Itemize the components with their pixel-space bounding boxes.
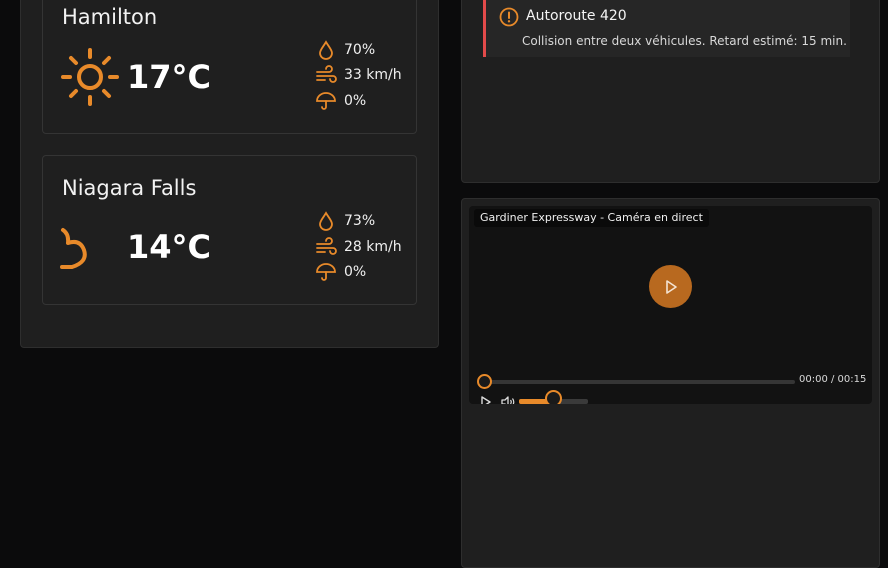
wind-icon — [316, 65, 337, 83]
city-name: Niagara Falls — [62, 176, 197, 200]
wind-stat: 33 km/h — [315, 65, 402, 85]
umbrella-icon — [316, 263, 336, 281]
traffic-alert[interactable]: Autoroute 420 Collision entre deux véhic… — [483, 0, 850, 57]
wind-value: 33 km/h — [344, 67, 402, 83]
droplet-icon — [319, 211, 333, 231]
sun-icon — [61, 48, 119, 106]
camera-video-player[interactable]: Gardiner Expressway - Caméra en direct 0… — [469, 206, 872, 404]
time-display: 00:00 / 00:15 — [799, 374, 867, 385]
alert-circle-icon — [499, 7, 519, 27]
humidity-stat: 73% — [315, 211, 375, 231]
volume-slider[interactable] — [519, 390, 588, 404]
precip-stat: 0% — [315, 91, 366, 111]
city-name: Hamilton — [62, 5, 158, 29]
alert-description: Collision entre deux véhicules. Retard e… — [522, 34, 847, 48]
humidity-value: 73% — [344, 213, 376, 229]
humidity-value: 70% — [344, 42, 376, 58]
camera-label: Gardiner Expressway - Caméra en direct — [474, 209, 709, 227]
precip-stat: 0% — [315, 262, 366, 282]
play-control-icon[interactable] — [479, 395, 493, 404]
play-button[interactable] — [649, 265, 692, 308]
umbrella-icon — [316, 92, 336, 110]
progress-bar[interactable] — [477, 374, 795, 389]
volume-thumb[interactable] — [544, 390, 562, 404]
moon-icon — [60, 228, 87, 269]
precip-value: 0% — [344, 264, 367, 280]
progress-thumb[interactable] — [477, 374, 492, 389]
alert-title: Autoroute 420 — [526, 8, 627, 24]
wind-stat: 28 km/h — [315, 237, 402, 257]
humidity-stat: 70% — [315, 40, 375, 60]
play-icon — [665, 279, 677, 294]
volume-icon[interactable] — [500, 395, 516, 404]
weather-card-hamilton[interactable]: Hamilton 17°C 70% 33 km/h 0% — [42, 0, 417, 134]
temperature: 14°C — [127, 228, 212, 266]
temperature: 17°C — [127, 58, 212, 96]
weather-card-niagara-falls[interactable]: Niagara Falls 14°C 73% 28 km/h 0% — [42, 155, 417, 305]
weather-panel: Hamilton 17°C 70% 33 km/h 0% Niagara Fal… — [20, 0, 439, 348]
droplet-icon — [319, 40, 333, 60]
wind-value: 28 km/h — [344, 239, 402, 255]
precip-value: 0% — [344, 93, 367, 109]
wind-icon — [316, 237, 337, 255]
